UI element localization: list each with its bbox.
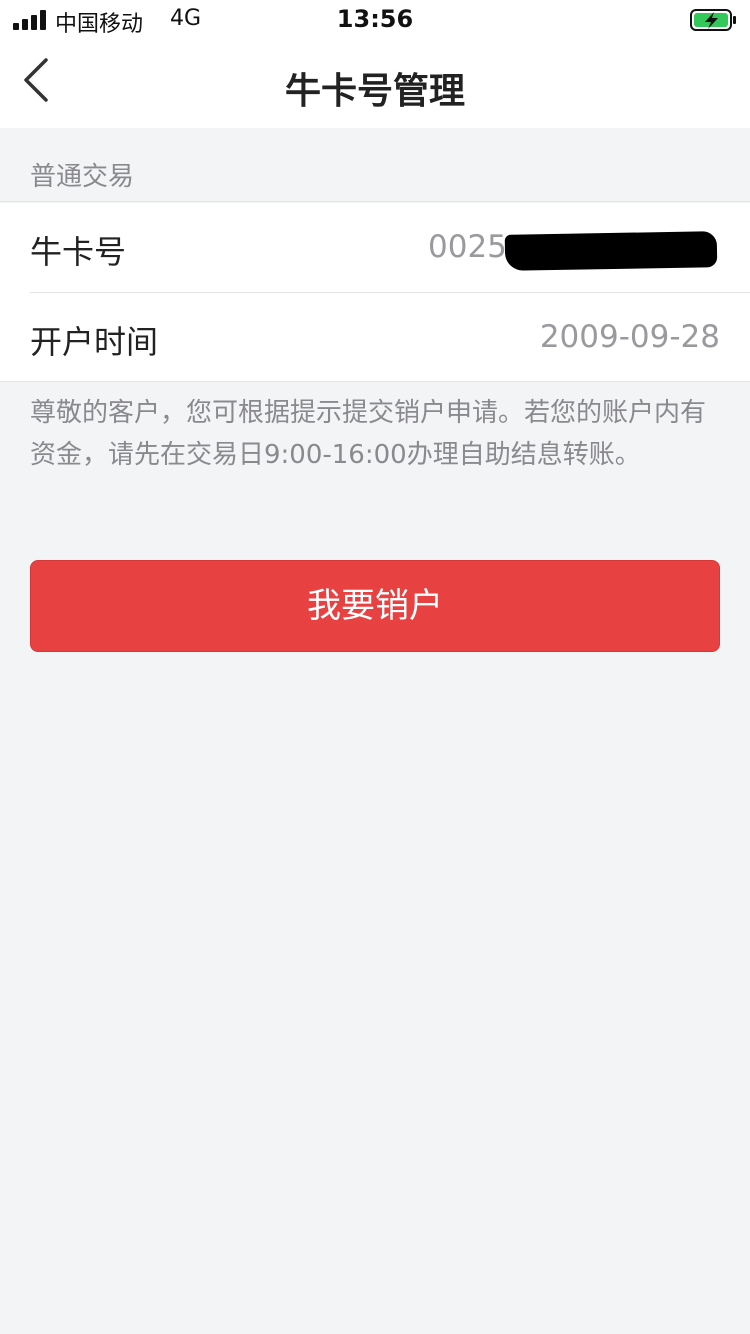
- account-info-list: 牛卡号 0025 开户时间 2009-09-28: [0, 203, 750, 382]
- status-time: 13:56: [336, 5, 414, 33]
- section-title: 普通交易: [30, 162, 135, 192]
- status-bar: 中国移动 4G 13:56: [0, 0, 750, 40]
- battery-charging-icon: [690, 9, 736, 31]
- account-number-label: 牛卡号: [30, 233, 127, 271]
- closure-notice-text: 尊敬的客户，您可根据提示提交销户申请。若您的账户内有资金，请先在交易日9:00-…: [30, 398, 707, 470]
- close-account-button[interactable]: 我要销户: [30, 560, 720, 652]
- navigation-bar: 牛卡号管理: [0, 40, 750, 128]
- open-date-value: 2009-09-28: [539, 319, 720, 355]
- account-number-value: 0025: [428, 229, 507, 265]
- account-number-row: 牛卡号 0025: [0, 203, 750, 292]
- open-date-row: 开户时间 2009-09-28: [30, 292, 750, 381]
- section-header: 普通交易: [0, 128, 750, 202]
- redaction-mark: [504, 231, 718, 271]
- page-title: 牛卡号管理: [284, 71, 465, 112]
- open-date-label: 开户时间: [30, 323, 159, 361]
- account-management-page: 中国移动 4G 13:56 牛卡号管理 普通交易 牛卡号 0025 开户时间 2…: [0, 0, 750, 1334]
- chevron-left-icon[interactable]: [18, 56, 58, 106]
